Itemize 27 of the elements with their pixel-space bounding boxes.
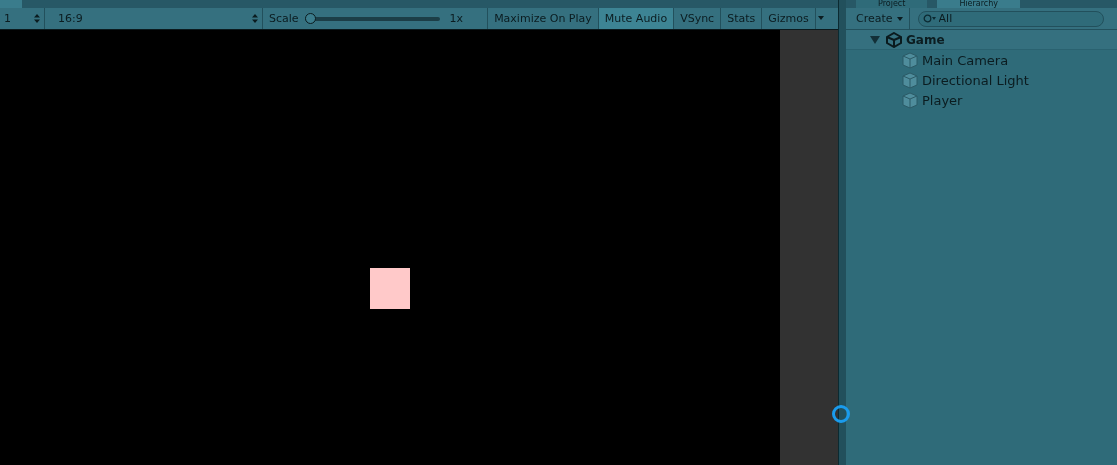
- dropdown-arrow-icon: [896, 17, 903, 21]
- search-field[interactable]: All: [917, 10, 1104, 27]
- scene-name: Game: [906, 32, 945, 47]
- cube-icon: [902, 71, 918, 89]
- game-object-item[interactable]: Directional Light: [922, 72, 1029, 88]
- game-object-item[interactable]: Player: [922, 92, 963, 108]
- toolbar-toggle[interactable]: Gizmos: [762, 8, 816, 29]
- toolbar-toggle[interactable]: VSync: [674, 8, 722, 29]
- game-object-item[interactable]: Main Camera: [922, 52, 1009, 68]
- aspect-dropdown[interactable]: 16:9: [53, 8, 263, 29]
- panel-tab[interactable]: Project: [856, 0, 928, 8]
- toolbar-toggle[interactable]: Maximize On Play: [488, 8, 599, 29]
- create-dropdown[interactable]: Create: [850, 8, 910, 29]
- up-down-arrows-icon: [34, 14, 40, 23]
- scale-reading: 1x: [439, 8, 489, 29]
- scene-row[interactable]: Game: [846, 30, 1117, 50]
- scale-label: Scale: [268, 12, 300, 25]
- cube-icon: [902, 91, 918, 109]
- toolbar-toggle[interactable]: Stats: [721, 8, 763, 29]
- toolbar-toggle[interactable]: Mute Audio: [598, 8, 675, 29]
- cube-icon: [902, 51, 918, 69]
- panel-tab[interactable]: Hierarchy: [937, 0, 1021, 8]
- scale-slider[interactable]: [304, 16, 440, 21]
- square-sprite: [370, 268, 410, 309]
- up-down-arrows-icon: [252, 14, 258, 23]
- display-dropdown[interactable]: 1: [0, 8, 45, 29]
- expand-arrow-icon[interactable]: [870, 35, 880, 44]
